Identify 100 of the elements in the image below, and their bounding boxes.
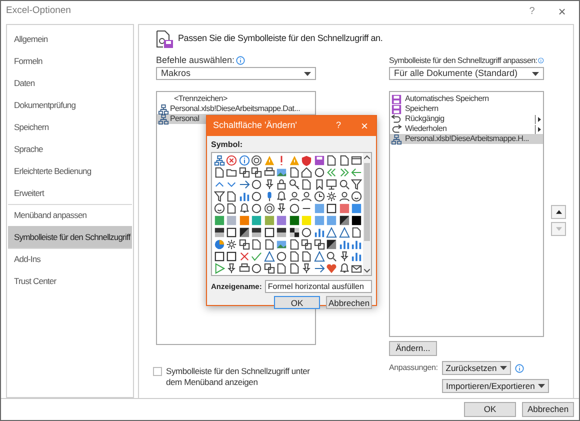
list-item[interactable]: Personal.xlsb!DieseArbeitsmappe.H... [390,134,543,144]
gradient-square-icon[interactable] [276,226,288,238]
color-swatch-icon[interactable] [276,214,288,226]
cross-icon[interactable] [238,250,250,262]
modify-button[interactable]: Ändern... [389,341,437,356]
document-icon[interactable] [264,238,275,250]
triangle-icon[interactable] [264,250,275,262]
circle-icon[interactable] [251,202,262,214]
triangle-icon[interactable] [314,250,325,262]
monitor-icon[interactable] [326,178,338,190]
ok-button[interactable]: OK [464,402,516,417]
color-swatch-icon[interactable] [314,214,325,226]
house-icon[interactable] [301,166,312,178]
pin-icon[interactable] [264,178,275,190]
arrow-icon[interactable] [314,262,325,274]
search-icon[interactable] [326,250,338,262]
document-icon[interactable] [288,166,300,178]
scrollbar-thumb[interactable] [364,163,370,241]
cancel-button[interactable]: Abbrechen [522,402,574,417]
smiley-icon[interactable] [351,190,362,202]
move-button[interactable] [551,205,566,219]
filter-icon[interactable] [214,190,225,202]
document-icon[interactable] [251,238,262,250]
key-icon[interactable] [288,178,300,190]
picture-icon[interactable] [276,166,288,178]
outline-square-icon[interactable] [214,250,225,262]
color-swatch-icon[interactable] [226,214,238,226]
printer-icon[interactable] [238,262,250,274]
bell-icon[interactable] [238,202,250,214]
document-icon[interactable] [214,166,225,178]
person-icon[interactable] [301,190,312,202]
document-icon[interactable] [288,262,300,274]
reset-button[interactable]: Zurücksetzen [442,361,511,375]
triangle-icon[interactable] [326,226,338,238]
bar-chart-icon[interactable] [351,250,362,262]
target-icon[interactable] [264,202,275,214]
color-swatch-icon[interactable] [251,214,262,226]
list-item[interactable]: Speichern [390,104,543,114]
checkerboard-icon[interactable] [288,226,300,238]
pin-icon[interactable] [276,202,288,214]
pin-icon[interactable] [338,250,350,262]
sidebar-item[interactable]: Add-Ins [8,248,132,270]
gradient-square-icon[interactable] [214,226,225,238]
filter-icon[interactable] [351,178,362,190]
bar-chart-icon[interactable] [338,238,350,250]
color-swatch-icon[interactable] [351,202,362,214]
smiley-icon[interactable] [214,202,225,214]
tree-icon[interactable] [214,154,225,166]
name-input-field[interactable]: Formel horizontal ausfüllen [264,280,372,293]
bookmark-icon[interactable] [314,178,325,190]
arrow-icon[interactable] [238,178,250,190]
circle-icon[interactable] [251,178,262,190]
bell-icon[interactable] [276,190,288,202]
scroll-down-icon[interactable] [364,269,370,273]
list-item[interactable]: Personal.xlsb!DieseArbeitsmappe.Dat... [157,104,315,114]
list-item[interactable]: Wiederholen [390,124,543,134]
picture-icon[interactable] [276,238,288,250]
copy-icon[interactable] [238,238,250,250]
color-swatch-icon[interactable] [238,214,250,226]
check-icon[interactable] [251,250,262,262]
document-icon[interactable] [326,154,338,166]
document-icon[interactable] [351,226,362,238]
circle-icon[interactable] [251,262,262,274]
sidebar-item[interactable]: Erleichterte Bedienung [8,160,132,182]
list-item[interactable]: Automatisches Speichern [390,94,543,104]
document-icon[interactable] [276,262,288,274]
outline-square-icon[interactable] [226,250,238,262]
list-item[interactable]: <Trennzeichen> [157,94,315,104]
envelope-icon[interactable] [351,262,362,274]
scope-dropdown[interactable]: Für alle Dokumente (Standard) [389,67,544,80]
close-button[interactable]: × [555,2,569,22]
sidebar-item[interactable]: Daten [8,72,132,94]
document-icon[interactable] [226,190,238,202]
document-icon[interactable] [288,238,300,250]
copy-icon[interactable] [251,166,262,178]
bar-chart-icon[interactable] [351,238,362,250]
document-icon[interactable] [288,250,300,262]
outline-square-icon[interactable] [264,226,275,238]
document-icon[interactable] [301,178,312,190]
sidebar-item[interactable]: Dokumentprüfung [8,94,132,116]
clock-icon[interactable] [314,190,325,202]
color-swatch-icon[interactable] [326,214,338,226]
cancel-button[interactable]: Abbrechen [326,296,372,309]
bar-chart-icon[interactable] [238,190,250,202]
commands-dropdown[interactable]: Makros [156,67,316,80]
gradient-square-icon[interactable] [251,226,262,238]
color-swatch-icon[interactable] [214,214,225,226]
copy-icon[interactable] [264,262,275,274]
bar-chart-icon[interactable] [314,226,325,238]
color-swatch-icon[interactable] [288,214,300,226]
outline-square-icon[interactable] [226,226,238,238]
shield-icon[interactable] [301,154,312,166]
window-icon[interactable] [351,154,362,166]
sidebar-item[interactable]: Erweitert [8,182,132,204]
sidebar-item[interactable]: Allgemein [8,28,132,50]
ok-button[interactable]: OK [274,296,320,309]
circle-icon[interactable] [301,226,312,238]
color-swatch-icon[interactable] [351,214,362,226]
person-icon[interactable] [288,190,300,202]
color-swatch-icon[interactable] [314,202,325,214]
